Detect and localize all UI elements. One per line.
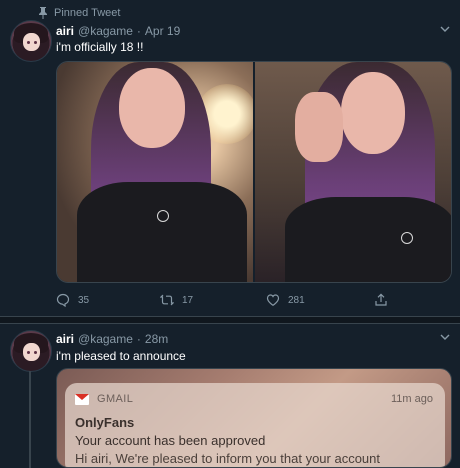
reply-button[interactable]: 35 — [56, 292, 89, 308]
tweet-header: airi @kagame · Apr 19 — [56, 24, 180, 38]
tweet-date[interactable]: Apr 19 — [145, 24, 180, 38]
display-name[interactable]: airi — [56, 332, 74, 346]
like-button[interactable]: 281 — [266, 292, 305, 308]
user-handle[interactable]: @kagame — [78, 24, 133, 38]
tweet-header: airi @kagame · 28m — [56, 332, 168, 346]
like-icon — [266, 294, 280, 307]
retweet-button[interactable]: 17 — [160, 292, 193, 308]
email-notification: GMAIL 11m ago OnlyFans Your account has … — [65, 383, 445, 467]
share-icon — [375, 293, 387, 306]
share-button[interactable] — [374, 292, 388, 308]
avatar[interactable] — [10, 330, 52, 372]
gmail-icon — [75, 393, 89, 405]
pinned-label: Pinned Tweet — [54, 7, 121, 19]
notification-body: Hi airi, We're pleased to inform you tha… — [75, 451, 380, 466]
notification-sender: OnlyFans — [75, 415, 135, 430]
chevron-down-icon[interactable] — [440, 332, 450, 342]
display-name[interactable]: airi — [56, 24, 74, 38]
tweet-media[interactable]: GMAIL 11m ago OnlyFans Your account has … — [56, 368, 452, 468]
retweet-count: 17 — [182, 294, 194, 306]
pinned-indicator: Pinned Tweet — [38, 6, 120, 20]
photo-1[interactable] — [57, 62, 253, 282]
notification-time: 11m ago — [391, 393, 433, 405]
chevron-down-icon[interactable] — [440, 24, 450, 34]
tweet[interactable]: airi @kagame · 28m i'm pleased to announ… — [0, 324, 460, 468]
user-handle[interactable]: @kagame — [78, 332, 133, 346]
pin-icon — [39, 7, 47, 19]
tweet-text: i'm pleased to announce — [56, 349, 186, 363]
tweet-actions: 35 17 281 — [56, 292, 416, 308]
tweet-media[interactable] — [56, 61, 452, 283]
thread-line — [29, 371, 31, 468]
separator: · — [136, 332, 141, 346]
notification-app: GMAIL — [97, 393, 134, 405]
tweet-divider — [0, 316, 460, 324]
avatar[interactable] — [10, 20, 52, 62]
reply-count: 35 — [78, 294, 90, 306]
separator: · — [136, 24, 141, 38]
tweet-text: i'm officially 18 !! — [56, 40, 144, 54]
notification-header: GMAIL — [75, 393, 133, 405]
photo-2[interactable] — [255, 62, 451, 282]
notification-subject: Your account has been approved — [75, 433, 266, 448]
like-count: 281 — [288, 294, 305, 306]
retweet-icon — [160, 294, 174, 306]
reply-icon — [56, 293, 70, 307]
tweet-pinned[interactable]: Pinned Tweet airi @kagame · Apr 19 i'm o… — [0, 0, 460, 316]
tweet-date[interactable]: 28m — [145, 332, 168, 346]
